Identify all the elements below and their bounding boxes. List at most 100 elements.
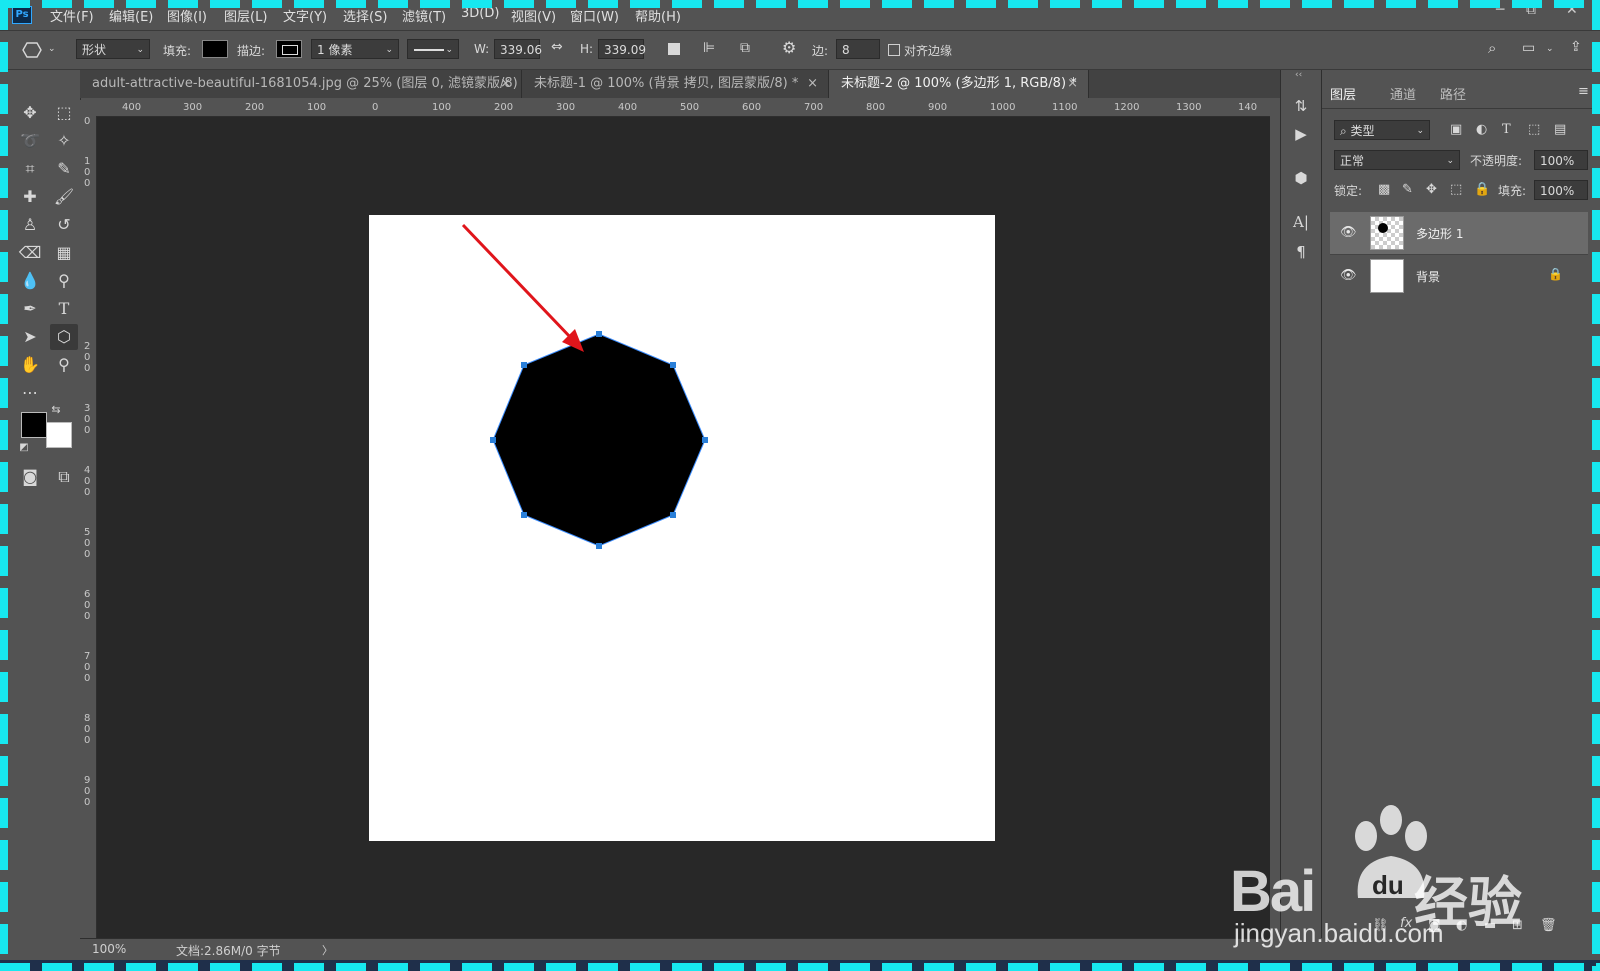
menu-view[interactable]: 视图(V) [511, 6, 556, 25]
screen-mode-icon[interactable]: ⧉ [50, 464, 78, 490]
chevron-down-icon[interactable]: ⌄ [48, 44, 56, 54]
hexagon-tool-icon[interactable] [22, 42, 44, 58]
default-colors-icon[interactable]: ◩ [16, 440, 32, 456]
collapse-arrows-icon[interactable]: ‹‹ [1295, 70, 1302, 80]
lock-transparent-icon[interactable]: ▩ [1378, 182, 1390, 197]
character-panel-icon[interactable]: A| [1289, 210, 1313, 234]
layer-filter-select[interactable]: ⌕ 类型 ⌄ [1334, 120, 1430, 140]
menu-image[interactable]: 图像(I) [167, 6, 207, 25]
status-menu-arrow-icon[interactable]: 〉 [322, 942, 333, 958]
gradient-tool-icon[interactable]: ▦ [50, 240, 78, 266]
path-operations-icon[interactable] [668, 43, 680, 55]
background-color-swatch[interactable] [46, 422, 72, 448]
shape-mode-select[interactable]: 形状 ⌄ [76, 39, 150, 59]
menu-filter[interactable]: 滤镜(T) [402, 6, 446, 25]
blend-mode-select[interactable]: 正常 ⌄ [1334, 150, 1460, 170]
zoom-level[interactable]: 100% [92, 942, 126, 956]
panel-menu-icon[interactable]: ≡ [1578, 84, 1589, 99]
path-arrangement-icon[interactable]: ⧉ [740, 40, 750, 56]
more-tools-icon[interactable]: ⋯ [16, 380, 44, 406]
tab-layers[interactable]: 图层 [1330, 84, 1356, 103]
hand-tool-icon[interactable]: ✋ [16, 352, 44, 378]
layer-name[interactable]: 多边形 1 [1416, 225, 1463, 242]
menu-edit[interactable]: 编辑(E) [109, 6, 153, 25]
zoom-tool-icon[interactable]: ⚲ [50, 352, 78, 378]
share-icon[interactable]: ⇪ [1570, 39, 1582, 55]
fill-input[interactable]: 100% [1534, 180, 1588, 200]
align-edges-label: 对齐边缘 [904, 44, 953, 58]
tab-untitled-1[interactable]: 未标题-1 @ 100% (背景 拷贝, 图层蒙版/8) * × [522, 70, 829, 98]
fill-swatch[interactable] [202, 40, 228, 58]
clone-stamp-tool-icon[interactable]: ♙ [16, 212, 44, 238]
smart-object-filter-icon[interactable]: ▤ [1554, 122, 1566, 137]
menu-layer[interactable]: 图层(L) [224, 6, 267, 25]
healing-brush-tool-icon[interactable]: ✚ [16, 184, 44, 210]
history-brush-tool-icon[interactable]: ↺ [50, 212, 78, 238]
lasso-tool-icon[interactable]: ➰ [16, 128, 44, 154]
close-icon[interactable]: × [500, 70, 511, 98]
divider [1322, 108, 1592, 109]
actions-play-icon[interactable]: ▶ [1289, 122, 1313, 146]
eye-icon[interactable]: 👁 [1340, 268, 1357, 283]
move-tool-icon[interactable]: ✥ [16, 100, 44, 126]
search-icon[interactable]: ⌕ [1488, 39, 1496, 57]
path-alignment-icon[interactable]: ⊫ [703, 40, 715, 56]
align-edges-checkbox[interactable] [888, 44, 900, 56]
blur-tool-icon[interactable]: 💧 [16, 268, 44, 294]
menu-file[interactable]: 文件(F) [50, 6, 94, 25]
tab-adult-attractive[interactable]: adult-attractive-beautiful-1681054.jpg @… [80, 70, 522, 119]
layer-row-polygon[interactable]: 👁 多边形 1 [1330, 212, 1588, 254]
stroke-swatch[interactable] [276, 40, 302, 58]
paragraph-panel-icon[interactable]: ¶ [1289, 240, 1313, 264]
link-icon[interactable]: ⇔ [551, 39, 563, 55]
chevron-down-icon[interactable]: ⌄ [1546, 44, 1554, 54]
shape-filter-icon[interactable]: ⬚ [1528, 122, 1540, 137]
lock-artboard-icon[interactable]: ⬚ [1450, 182, 1462, 197]
marquee-tool-icon[interactable]: ⬚ [50, 100, 78, 126]
menu-help[interactable]: 帮助(H) [635, 6, 681, 25]
tab-channels[interactable]: 通道 [1390, 84, 1416, 103]
tab-paths[interactable]: 路径 [1440, 84, 1466, 103]
layer-row-background[interactable]: 👁 背景 🔒 [1330, 254, 1588, 297]
image-filter-icon[interactable]: ▣ [1450, 122, 1462, 137]
close-icon[interactable]: × [1067, 70, 1078, 98]
adjustment-filter-icon[interactable]: ◐ [1476, 122, 1487, 137]
type-tool-icon[interactable]: T [50, 296, 78, 322]
menu-select[interactable]: 选择(S) [343, 6, 387, 25]
width-input[interactable]: 339.06 [494, 39, 542, 59]
stroke-type-select[interactable]: ⌄ [407, 39, 459, 59]
menu-3d[interactable]: 3D(D) [461, 6, 499, 21]
close-icon[interactable]: × [807, 70, 818, 98]
magic-wand-tool-icon[interactable]: ✧ [50, 128, 78, 154]
height-input[interactable]: 339.09 [598, 39, 646, 59]
sides-input[interactable]: 8 [836, 39, 880, 59]
foreground-color-swatch[interactable] [21, 412, 47, 438]
layer-name[interactable]: 背景 [1416, 268, 1440, 285]
menu-window[interactable]: 窗口(W) [570, 6, 619, 25]
history-panel-icon[interactable]: ⇅ [1289, 94, 1313, 118]
gear-icon[interactable]: ⚙ [782, 38, 796, 57]
crop-tool-icon[interactable]: ⌗ [16, 156, 44, 182]
type-filter-icon[interactable]: T [1502, 122, 1511, 137]
lock-position-icon[interactable]: ✥ [1426, 182, 1437, 197]
lock-all-icon[interactable]: 🔒 [1474, 182, 1490, 197]
frame-border-bottom [0, 963, 1600, 971]
eyedropper-tool-icon[interactable]: ✎ [50, 156, 78, 182]
document-canvas[interactable] [369, 215, 995, 841]
workspace-icon[interactable]: ▭ [1522, 40, 1535, 56]
pen-tool-icon[interactable]: ✒ [16, 296, 44, 322]
tab-untitled-2[interactable]: 未标题-2 @ 100% (多边形 1, RGB/8) * × [829, 70, 1089, 98]
polygon-tool-icon[interactable]: ⬡ [50, 324, 78, 350]
menu-type[interactable]: 文字(Y) [283, 6, 327, 25]
dodge-tool-icon[interactable]: ⚲ [50, 268, 78, 294]
eraser-tool-icon[interactable]: ⌫ [16, 240, 44, 266]
opacity-input[interactable]: 100% [1534, 150, 1588, 170]
brush-tool-icon[interactable]: 🖌 [50, 184, 78, 210]
eye-icon[interactable]: 👁 [1340, 225, 1357, 240]
3d-panel-icon[interactable]: ⬢ [1289, 166, 1313, 190]
lock-pixels-icon[interactable]: ✎ [1402, 182, 1413, 197]
path-selection-tool-icon[interactable]: ➤ [16, 324, 44, 350]
stroke-width-input[interactable]: 1 像素 ⌄ [311, 39, 399, 59]
quick-mask-icon[interactable]: ◙ [16, 464, 44, 490]
swap-colors-icon[interactable]: ⇆ [48, 402, 64, 418]
